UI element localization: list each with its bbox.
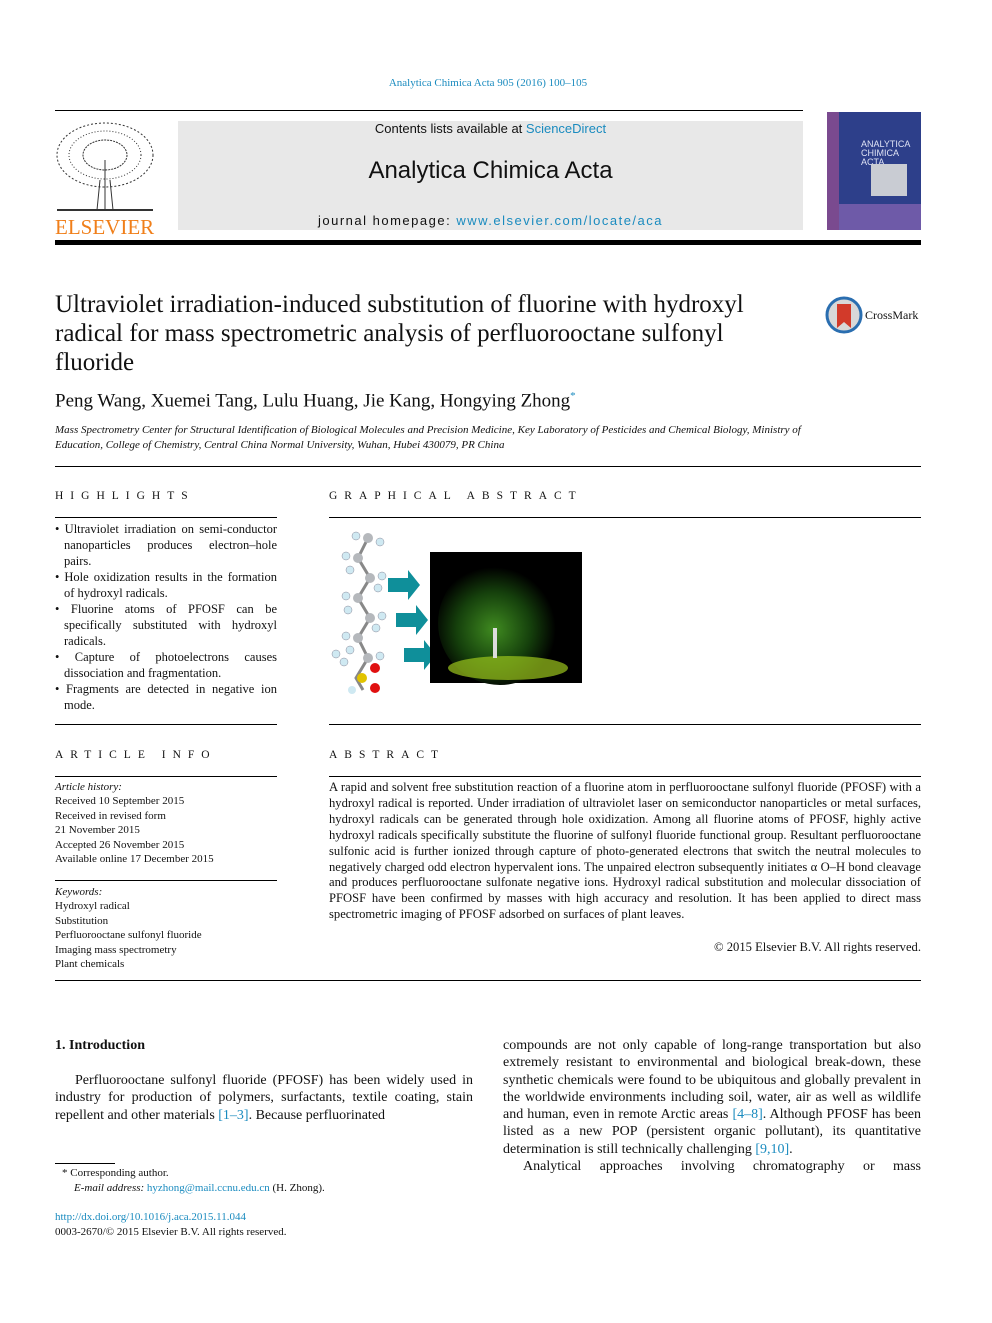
article-page: Analytica Chimica Acta 905 (2016) 100–10…: [0, 0, 992, 1323]
homepage-prefix: journal homepage:: [318, 213, 457, 228]
keyword: Hydroxyl radical: [55, 900, 130, 913]
crossmark-icon: [825, 296, 863, 334]
keyword: Substitution: [55, 914, 109, 927]
keywords-label: Keywords:: [55, 886, 103, 898]
journal-masthead: Contents lists available at ScienceDirec…: [178, 121, 803, 230]
homepage-link[interactable]: www.elsevier.com/locate/aca: [456, 213, 663, 228]
introduction-column-1: Perfluorooctane sulfonyl fluoride (PFOSF…: [55, 1073, 473, 1123]
issn-copyright: 0003-2670/© 2015 Elsevier B.V. All right…: [55, 1226, 287, 1238]
highlights-heading: HIGHLIGHTS: [55, 490, 195, 502]
history-item: Received in revised form: [55, 809, 166, 822]
history-item: Available online 17 December 2015: [55, 853, 214, 866]
history-label: Article history:: [55, 781, 122, 793]
crossmark-badge[interactable]: CrossMark: [825, 296, 918, 334]
molecule-icon: [331, 531, 387, 694]
highlight-item: • Hole oxidization results in the format…: [55, 570, 277, 600]
elsevier-wordmark: ELSEVIER: [55, 215, 155, 239]
citation-link[interactable]: Analytica Chimica Acta 905 (2016) 100–10…: [0, 77, 976, 89]
highlights-bottom-rule: [55, 724, 277, 725]
article-info-rule: [55, 776, 277, 777]
keyword: Perfluorooctane sulfonyl fluoride: [55, 929, 202, 942]
footnote: * Corresponding author. E-mail address: …: [62, 1166, 325, 1196]
history-item: 21 November 2015: [55, 824, 140, 837]
footnote-rule: [55, 1163, 115, 1164]
corresponding-author-note: Corresponding author.: [70, 1167, 169, 1179]
keywords-rule: [55, 880, 277, 881]
author-list: Peng Wang, Xuemei Tang, Lulu Huang, Jie …: [55, 390, 576, 412]
arrow-icons: [388, 570, 436, 670]
affiliation: Mass Spectrometry Center for Structural …: [55, 424, 801, 451]
affiliation-rule: [55, 466, 921, 467]
abstract-rule: [329, 776, 921, 777]
doi-link[interactable]: http://dx.doi.org/10.1016/j.aca.2015.11.…: [55, 1211, 246, 1223]
authors: Peng Wang, Xuemei Tang, Lulu Huang, Jie …: [55, 390, 571, 412]
graphical-abstract-heading: GRAPHICAL ABSTRACT: [329, 490, 583, 502]
corresponding-author-mark[interactable]: *: [570, 390, 576, 402]
highlight-item: • Capture of photoelectrons causes disso…: [55, 650, 277, 680]
keyword: Plant chemicals: [55, 958, 125, 971]
highlight-item: • Fragments are detected in negative ion…: [55, 682, 277, 712]
keywords: Keywords: Hydroxyl radical Substitution …: [55, 885, 277, 971]
header-rule: [55, 110, 803, 111]
contents-prefix: Contents lists available at: [374, 121, 526, 136]
cover-title: ANALYTICA CHIMICA ACTA: [861, 139, 910, 167]
abstract-copyright: © 2015 Elsevier B.V. All rights reserved…: [714, 940, 921, 954]
journal-title: Analytica Chimica Acta: [368, 157, 613, 184]
reference-link[interactable]: [4–8]: [732, 1107, 762, 1122]
elsevier-tree-icon: [56, 122, 154, 211]
highlights-rule: [55, 517, 277, 518]
footnote-mark: *: [62, 1167, 68, 1179]
paragraph: Analytical approaches involving chromato…: [523, 1159, 921, 1175]
history-item: Accepted 26 November 2015: [55, 838, 185, 851]
highlights-list: • Ultraviolet irradiation on semi-conduc…: [55, 521, 277, 713]
reference-link[interactable]: [1–3]: [218, 1108, 248, 1123]
reference-link[interactable]: [9,10]: [755, 1142, 789, 1157]
crossmark-label: CrossMark: [865, 307, 919, 322]
graphical-abstract-rule: [329, 517, 921, 518]
abstract-heading: ABSTRACT: [329, 749, 446, 761]
graphical-abstract-bottom-rule: [329, 724, 921, 725]
elsevier-logo: ELSEVIER: [55, 120, 155, 238]
masthead-thick-rule: [55, 240, 921, 245]
email-suffix: (H. Zhong).: [269, 1182, 325, 1194]
journal-cover: ANALYTICA CHIMICA ACTA: [827, 112, 921, 230]
keyword: Imaging mass spectrometry: [55, 943, 177, 956]
sciencedirect-link[interactable]: ScienceDirect: [526, 121, 606, 136]
highlight-item: • Fluorine atoms of PFOSF can be specifi…: [55, 602, 277, 648]
email-label: E-mail address:: [74, 1182, 145, 1194]
article-history: Article history: Received 10 September 2…: [55, 780, 277, 866]
article-title: Ultraviolet irradiation-induced substitu…: [55, 291, 744, 376]
graphical-abstract-image: [331, 531, 582, 694]
introduction-column-2: compounds are not only capable of long-r…: [503, 1038, 921, 1175]
history-item: Received 10 September 2015: [55, 795, 185, 808]
highlight-item: • Ultraviolet irradiation on semi-conduc…: [55, 522, 277, 568]
abstract-text: A rapid and solvent free substitution re…: [329, 780, 921, 922]
email-link[interactable]: hyzhong@mail.ccnu.edu.cn: [147, 1182, 270, 1194]
front-matter-rule: [55, 980, 921, 981]
article-info-heading: ARTICLE INFO: [55, 749, 217, 761]
introduction-heading: 1. Introduction: [55, 1038, 145, 1053]
